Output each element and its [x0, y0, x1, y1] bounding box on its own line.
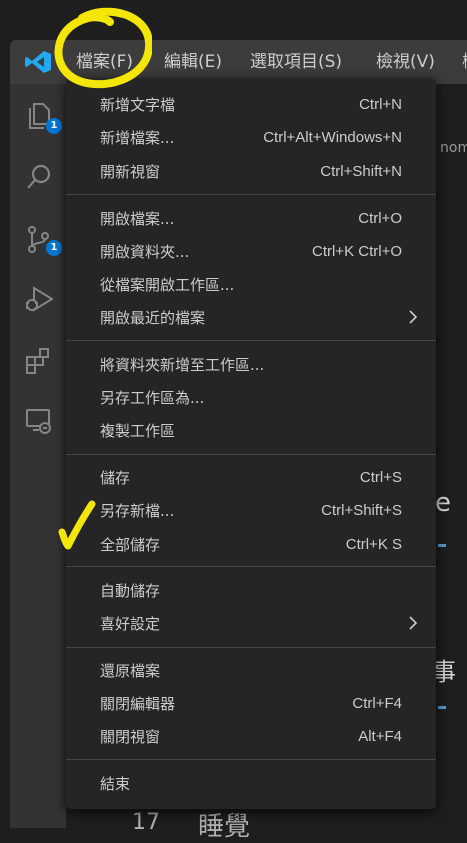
submenu-chevron-icon [408, 615, 418, 630]
remote-explorer-icon[interactable] [24, 406, 54, 436]
run-debug-icon[interactable] [24, 284, 54, 314]
menu-separator [66, 566, 436, 567]
menu-item-label: 還原檔案 [100, 662, 161, 680]
explorer-badge: 1 [46, 118, 62, 134]
menu-item-label: 開啟檔案... [100, 210, 175, 228]
file-menu-dropdown: 新增文字檔 Ctrl+N 新增檔案... Ctrl+Alt+Windows+N … [66, 78, 436, 809]
menu-item-open-recent[interactable]: 開啟最近的檔案 [66, 303, 436, 333]
menu-item-shortcut: Ctrl+K S [345, 536, 402, 553]
menu-item-label: 開新視窗 [100, 163, 161, 181]
menu-item-label: 從檔案開啟工作區... [100, 276, 235, 294]
menu-item-shortcut: Ctrl+N [359, 96, 402, 113]
line-number: 17 [132, 810, 160, 835]
breadcrumb-fragment: nome [440, 140, 467, 156]
menu-item-label: 新增文字檔 [100, 96, 176, 114]
menu-item-label: 另存工作區為... [100, 389, 205, 407]
menu-item-label: 新增檔案... [100, 129, 175, 147]
menu-item-shortcut: Ctrl+Shift+S [321, 502, 402, 519]
menu-separator [66, 340, 436, 341]
menu-item-shortcut: Ctrl+Alt+Windows+N [263, 129, 402, 146]
menu-item-label: 將資料夾新增至工作區... [100, 356, 265, 374]
menu-more-cutoff: 檢 [462, 51, 467, 73]
menu-selection[interactable]: 選取項目(S) [250, 51, 342, 73]
menu-item-label: 喜好設定 [100, 615, 161, 633]
menu-edit[interactable]: 編輯(E) [164, 51, 222, 73]
search-icon[interactable] [24, 162, 54, 192]
menu-item-add-folder-to-workspace[interactable]: 將資料夾新增至工作區... [66, 350, 436, 380]
menu-item-shortcut: Ctrl+Shift+N [320, 163, 402, 180]
menu-item-label: 開啟最近的檔案 [100, 309, 206, 327]
menu-item-close-editor[interactable]: 關閉編輯器 Ctrl+F4 [66, 689, 436, 719]
menu-item-save-as[interactable]: 另存新檔... Ctrl+Shift+S [66, 496, 436, 526]
menu-item-label: 開啟資料夾... [100, 243, 190, 261]
editor-blue-mark-2 [438, 706, 446, 709]
menu-file[interactable]: 檔案(F) [76, 51, 133, 73]
menu-item-new-window[interactable]: 開新視窗 Ctrl+Shift+N [66, 157, 436, 187]
editor-text-e: e [435, 488, 451, 518]
source-control-badge: 1 [46, 240, 62, 256]
vscode-logo-icon[interactable] [24, 50, 52, 74]
menu-separator [66, 759, 436, 760]
menu-item-auto-save[interactable]: 自動儲存 [66, 576, 436, 606]
menu-separator [66, 647, 436, 648]
menu-item-shortcut: Ctrl+K Ctrl+O [311, 243, 402, 260]
extensions-icon[interactable] [24, 346, 54, 376]
menu-item-label: 關閉編輯器 [100, 695, 176, 713]
menu-item-duplicate-workspace[interactable]: 複製工作區 [66, 416, 436, 446]
menu-view[interactable]: 檢視(V) [376, 51, 435, 73]
menu-item-new-text-file[interactable]: 新增文字檔 Ctrl+N [66, 90, 436, 120]
menu-item-shortcut: Ctrl+F4 [352, 695, 402, 712]
menu-item-shortcut: Ctrl+O [358, 210, 402, 227]
submenu-chevron-icon [408, 309, 418, 324]
menu-item-new-file[interactable]: 新增檔案... Ctrl+Alt+Windows+N [66, 123, 436, 153]
menu-item-save-all[interactable]: 全部儲存 Ctrl+K S [66, 530, 436, 560]
menu-item-close-window[interactable]: 關閉視窗 Alt+F4 [66, 722, 436, 752]
menu-item-open-workspace[interactable]: 從檔案開啟工作區... [66, 270, 436, 300]
menu-item-save[interactable]: 儲存 Ctrl+S [66, 463, 436, 493]
menu-item-label: 結束 [100, 775, 131, 793]
menu-item-label: 另存新檔... [100, 502, 175, 520]
editor-blue-mark [438, 544, 446, 547]
menu-item-exit[interactable]: 結束 [66, 769, 436, 799]
menu-item-preferences[interactable]: 喜好設定 [66, 609, 436, 639]
window-top-strip [0, 0, 467, 40]
menu-item-label: 自動儲存 [100, 582, 161, 600]
menu-item-shortcut: Ctrl+S [359, 469, 402, 486]
menu-item-shortcut: Alt+F4 [358, 728, 402, 745]
menu-item-revert-file[interactable]: 還原檔案 [66, 656, 436, 686]
menu-item-open-file[interactable]: 開啟檔案... Ctrl+O [66, 204, 436, 234]
menu-item-label: 儲存 [100, 469, 131, 487]
menu-separator [66, 454, 436, 455]
menu-item-open-folder[interactable]: 開啟資料夾... Ctrl+K Ctrl+O [66, 237, 436, 267]
menu-item-label: 複製工作區 [100, 422, 176, 440]
menu-item-label: 關閉視窗 [100, 728, 161, 746]
editor-line-text: 睡覺 [198, 812, 251, 842]
activity-bar: 1 1 [10, 84, 66, 828]
menu-item-save-workspace-as[interactable]: 另存工作區為... [66, 383, 436, 413]
menu-item-label: 全部儲存 [100, 536, 161, 554]
menu-separator [66, 194, 436, 195]
